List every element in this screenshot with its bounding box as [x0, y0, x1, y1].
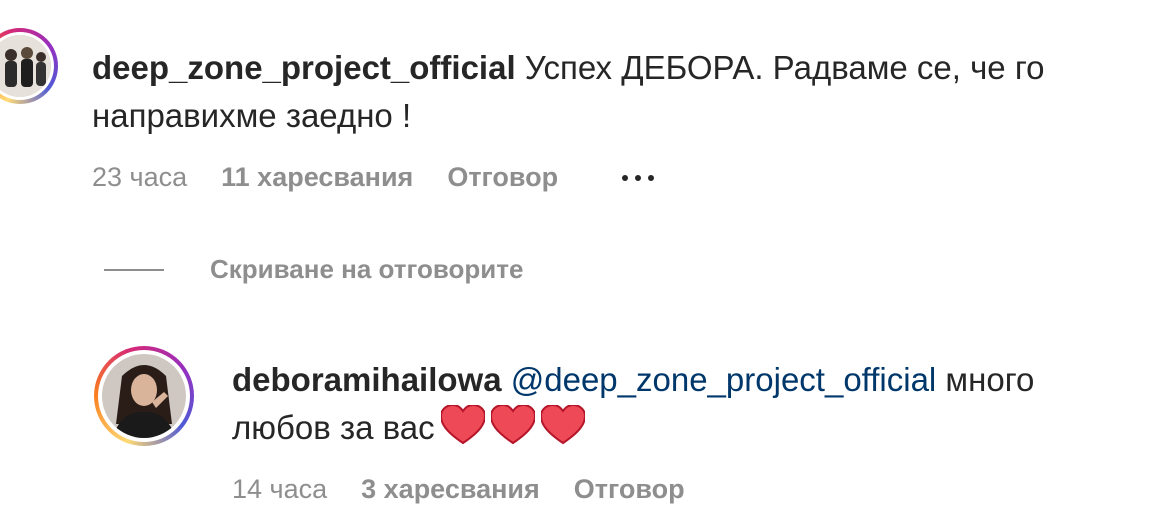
- comment-username[interactable]: deep_zone_project_official: [92, 49, 516, 86]
- reply-mention[interactable]: @deep_zone_project_official: [511, 361, 937, 398]
- heart-icon: [540, 405, 585, 445]
- comment-body: deep_zone_project_official Успех ДЕБОРА.…: [92, 44, 1132, 140]
- replies-divider: [104, 268, 164, 271]
- profile-photo-icon: [102, 354, 186, 438]
- reply-time[interactable]: 14 часа: [232, 474, 327, 505]
- group-photo-icon: [0, 35, 51, 97]
- reply-body: deboramihailowa @deep_zone_project_offic…: [232, 356, 1132, 452]
- heart-icon: [490, 405, 535, 445]
- comment-time[interactable]: 23 часа: [92, 162, 187, 193]
- reply-likes[interactable]: 3 харесвания: [361, 474, 540, 505]
- reply-avatar[interactable]: [94, 346, 194, 446]
- comment-meta: 23 часа 11 харесвания Отговор: [92, 162, 655, 193]
- reply-username[interactable]: deboramihailowa: [232, 361, 502, 398]
- comment-likes[interactable]: 11 харесвания: [221, 162, 413, 193]
- avatar[interactable]: [0, 28, 58, 104]
- replies-toggle[interactable]: Скриване на отговорите: [104, 254, 523, 285]
- more-options-icon[interactable]: [622, 174, 655, 181]
- reply-meta: 14 часа 3 харесвания Отговор: [232, 474, 685, 505]
- comment-reply-button[interactable]: Отговор: [447, 162, 558, 193]
- reply-reply-button[interactable]: Отговор: [574, 474, 685, 505]
- heart-icon: [440, 405, 485, 445]
- replies-toggle-label[interactable]: Скриване на отговорите: [210, 254, 523, 285]
